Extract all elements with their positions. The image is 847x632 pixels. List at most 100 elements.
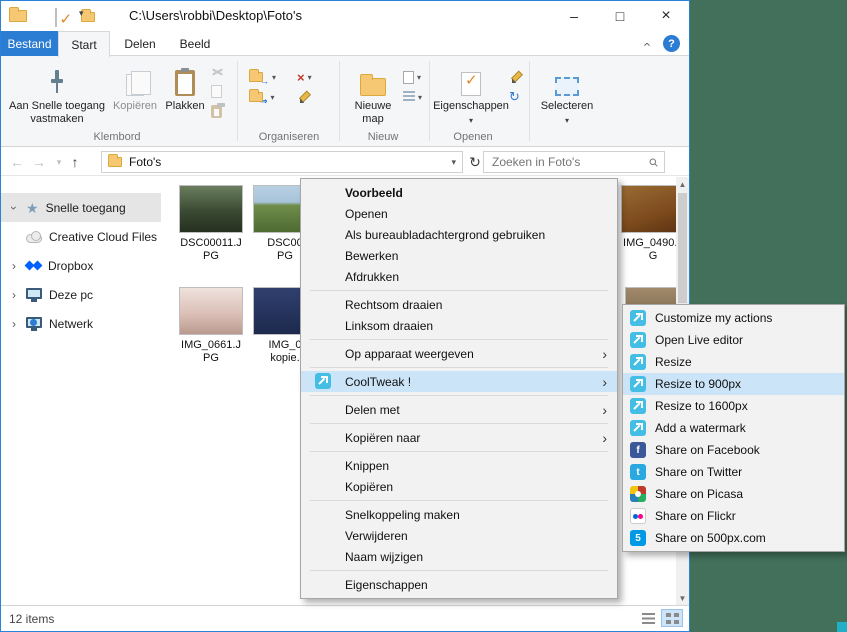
submenu-item-share-flickr[interactable]: Share on Flickr bbox=[623, 505, 844, 527]
copy-path-button[interactable] bbox=[211, 84, 224, 98]
sidebar-item-dropbox[interactable]: › Dropbox bbox=[1, 251, 161, 280]
rename-button[interactable] bbox=[297, 90, 312, 104]
properties-button[interactable]: Eigenschappen ▾ bbox=[433, 58, 509, 127]
properties-icon bbox=[461, 64, 481, 96]
menu-item-snelkoppeling-maken[interactable]: Snelkoppeling maken bbox=[301, 504, 617, 525]
sidebar-item-label: Deze pc bbox=[49, 287, 94, 302]
file-img0661[interactable]: IMG_0661.J PG bbox=[179, 287, 243, 365]
submenu-arrow-icon: › bbox=[602, 345, 607, 362]
menu-item-kopieren-naar[interactable]: Kopiëren naar › bbox=[301, 427, 617, 448]
history-icon: ↻ bbox=[509, 89, 520, 104]
menu-item-naam-wijzigen[interactable]: Naam wijzigen bbox=[301, 546, 617, 567]
thumbnail-view-button[interactable] bbox=[661, 609, 683, 627]
menu-item-achtergrond[interactable]: Als bureaubladachtergrond gebruiken bbox=[301, 224, 617, 245]
menu-item-verwijderen[interactable]: Verwijderen bbox=[301, 525, 617, 546]
submenu-item-live-editor[interactable]: Open Live editor bbox=[623, 329, 844, 351]
properties-label: Eigenschappen bbox=[433, 100, 509, 112]
paste-button-label: Plakken bbox=[165, 100, 205, 112]
search-input[interactable] bbox=[490, 154, 649, 170]
easy-access-button[interactable]: ▾ bbox=[403, 90, 422, 104]
scroll-up-icon[interactable]: ▲ bbox=[676, 177, 689, 191]
search-box[interactable] bbox=[483, 151, 665, 173]
paste-shortcut-button[interactable] bbox=[211, 102, 225, 118]
edit-button[interactable] bbox=[509, 70, 521, 84]
tab-delen[interactable]: Delen bbox=[115, 31, 165, 56]
menu-item-eigenschappen[interactable]: Eigenschappen bbox=[301, 574, 617, 595]
menu-item-kopieren[interactable]: Kopiëren bbox=[301, 476, 617, 497]
menu-item-rechtsom-draaien[interactable]: Rechtsom draaien bbox=[301, 294, 617, 315]
sidebar-item-quick-access[interactable]: › ★ Snelle toegang bbox=[1, 193, 161, 222]
sidebar-item-label: Creative Cloud Files bbox=[49, 229, 158, 244]
new-mini-buttons: ▾ ▾ bbox=[403, 70, 422, 104]
menu-item-openen[interactable]: Openen bbox=[301, 203, 617, 224]
submenu-item-share-twitter[interactable]: Share on Twitter bbox=[623, 461, 844, 483]
up-icon[interactable]: ↑ bbox=[65, 152, 85, 172]
chevron-right-icon[interactable]: › bbox=[9, 288, 19, 302]
menu-item-knippen[interactable]: Knippen bbox=[301, 455, 617, 476]
sidebar-item-network[interactable]: › Netwerk bbox=[1, 309, 161, 338]
maximize-button[interactable]: □ bbox=[597, 1, 643, 31]
sidebar-item-label: Snelle toegang bbox=[45, 200, 126, 215]
help-icon[interactable]: ? bbox=[663, 35, 680, 52]
creative-cloud-icon bbox=[26, 230, 42, 243]
minimize-button[interactable]: – bbox=[551, 1, 597, 31]
chevron-down-icon[interactable]: › bbox=[7, 201, 21, 215]
sidebar-item-this-pc[interactable]: › Deze pc bbox=[1, 280, 161, 309]
title-bar[interactable]: ▾ C:\Users\robbi\Desktop\Foto's – □ × bbox=[1, 1, 689, 31]
menu-item-bewerken[interactable]: Bewerken bbox=[301, 245, 617, 266]
address-dropdown-icon[interactable]: ▾ bbox=[451, 157, 456, 168]
cooltweak-icon bbox=[630, 398, 646, 414]
back-icon[interactable]: ← bbox=[7, 152, 27, 172]
submenu-arrow-icon: › bbox=[602, 429, 607, 446]
menu-item-afdrukken[interactable]: Afdrukken bbox=[301, 266, 617, 287]
copy-to-button[interactable]: ⇒ ▾ bbox=[249, 89, 276, 106]
cooltweak-icon bbox=[630, 310, 646, 326]
submenu-item-share-facebook[interactable]: Share on Facebook bbox=[623, 439, 844, 461]
scrollbar-thumb[interactable] bbox=[678, 193, 687, 303]
cut-button[interactable] bbox=[211, 64, 224, 78]
new-item-icon bbox=[403, 70, 414, 84]
chevron-right-icon[interactable]: › bbox=[9, 317, 19, 331]
menu-item-cooltweak[interactable]: CoolTweak ! › bbox=[301, 371, 617, 392]
new-folder-button[interactable]: Nieuwe map bbox=[345, 58, 401, 126]
sidebar-item-creative-cloud[interactable]: Creative Cloud Files bbox=[1, 222, 161, 251]
close-button[interactable]: × bbox=[643, 1, 689, 31]
tab-beeld[interactable]: Beeld bbox=[169, 31, 221, 56]
copy-button[interactable]: Kopiëren bbox=[111, 58, 159, 113]
file-thumbnail[interactable] bbox=[179, 185, 243, 233]
address-bar: ← → ▾ ↑ Foto's ▾ ↻ bbox=[1, 148, 689, 176]
chevron-right-icon[interactable]: › bbox=[9, 259, 19, 273]
menu-item-op-apparaat-weergeven[interactable]: Op apparaat weergeven › bbox=[301, 343, 617, 364]
move-to-button[interactable]: → ▾ bbox=[249, 69, 276, 86]
submenu-item-resize[interactable]: Resize bbox=[623, 351, 844, 373]
refresh-icon[interactable]: ↻ bbox=[465, 152, 485, 172]
details-view-button[interactable] bbox=[637, 609, 659, 627]
submenu-item-customize[interactable]: Customize my actions bbox=[623, 307, 844, 329]
ribbon-collapse-icon[interactable]: › bbox=[637, 35, 655, 53]
new-item-button[interactable]: ▾ bbox=[403, 70, 422, 84]
address-box[interactable]: Foto's ▾ bbox=[101, 151, 463, 173]
delete-button[interactable]: × ▾ bbox=[297, 70, 312, 84]
submenu-item-share-picasa[interactable]: Share on Picasa bbox=[623, 483, 844, 505]
list-view-icon bbox=[641, 612, 655, 624]
submenu-item-share-500px[interactable]: Share on 500px.com bbox=[623, 527, 844, 549]
tab-bestand[interactable]: Bestand bbox=[1, 31, 58, 56]
qat-properties-icon[interactable] bbox=[55, 8, 58, 27]
menu-item-delen-met[interactable]: Delen met › bbox=[301, 399, 617, 420]
qat-customize-dropdown-icon[interactable]: ▾ bbox=[79, 8, 84, 19]
submenu-item-watermark[interactable]: Add a watermark bbox=[623, 417, 844, 439]
file-dsc00011[interactable]: DSC00011.J PG bbox=[179, 185, 243, 263]
forward-icon[interactable]: → bbox=[29, 152, 49, 172]
scroll-down-icon[interactable]: ▼ bbox=[676, 591, 689, 605]
history-button[interactable]: ↻ bbox=[509, 89, 521, 104]
pin-quick-access-button[interactable]: Aan Snelle toegang vastmaken bbox=[5, 58, 109, 126]
submenu-item-resize-1600[interactable]: Resize to 1600px bbox=[623, 395, 844, 417]
select-button[interactable]: Selecteren ▾ bbox=[537, 58, 597, 127]
group-label-organize: Organiseren bbox=[258, 131, 320, 143]
file-thumbnail[interactable] bbox=[179, 287, 243, 335]
tab-start[interactable]: Start bbox=[58, 31, 110, 57]
submenu-item-resize-900[interactable]: Resize to 900px bbox=[623, 373, 844, 395]
menu-item-voorbeeld[interactable]: Voorbeeld bbox=[301, 182, 617, 203]
menu-item-linksom-draaien[interactable]: Linksom draaien bbox=[301, 315, 617, 336]
paste-button[interactable]: Plakken bbox=[161, 58, 209, 113]
